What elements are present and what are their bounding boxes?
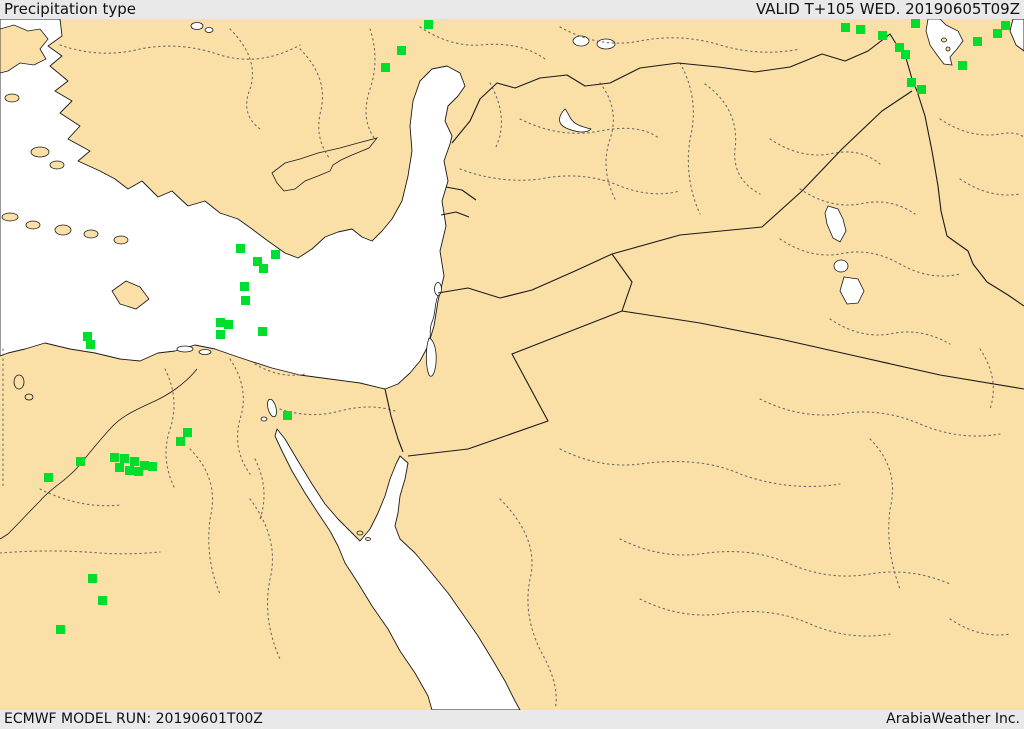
precip-cell	[241, 296, 250, 305]
brand-label: ArabiaWeather Inc.	[886, 711, 1020, 727]
precip-cell	[397, 46, 406, 55]
precip-cell	[134, 467, 143, 476]
valid-time-label: VALID T+105 WED. 20190605T09Z	[755, 0, 1020, 18]
sea-of-galilee	[434, 282, 442, 296]
precip-cell	[259, 264, 268, 273]
precip-cell	[878, 31, 887, 40]
precip-cell	[424, 20, 433, 29]
delta-lagoon	[198, 349, 212, 355]
precip-cell	[240, 282, 249, 291]
jordan-syria-border	[437, 253, 613, 299]
map-canvas	[0, 19, 1024, 710]
dead-sea	[425, 337, 437, 377]
iran-border	[916, 90, 1024, 307]
precip-cell	[993, 29, 1002, 38]
egypt-israel-border	[384, 388, 404, 453]
precip-cell	[283, 411, 292, 420]
model-run-label: ECMWF MODEL RUN: 20190601T00Z	[4, 711, 263, 727]
precip-cell	[86, 340, 95, 349]
ataturk-reservoir	[559, 108, 592, 133]
precip-cell	[183, 428, 192, 437]
red-sea	[274, 428, 521, 710]
turkey-lake	[572, 35, 590, 47]
precip-cell	[841, 23, 850, 32]
precip-cell	[271, 250, 280, 259]
precip-cell	[56, 625, 65, 634]
precip-cell	[176, 437, 185, 446]
precip-cell	[907, 78, 916, 87]
footer-bar: ECMWF MODEL RUN: 20190601T00Z ArabiaWeat…	[0, 710, 1024, 729]
precip-cell	[88, 574, 97, 583]
page-title: Precipitation type	[4, 0, 137, 18]
admin-borders	[0, 26, 1024, 710]
precip-cell	[110, 453, 119, 462]
precip-cell	[258, 327, 267, 336]
precip-cell	[120, 454, 129, 463]
mediterranean-sea	[0, 19, 466, 390]
syria-iraq-border	[611, 90, 913, 255]
precip-cell	[917, 85, 926, 94]
cyprus-island	[271, 137, 379, 192]
lebanon-border	[445, 186, 477, 201]
israel-border	[440, 211, 470, 218]
header-bar: Precipitation type VALID T+105 WED. 2019…	[0, 0, 1024, 19]
iraq-saudi-border	[621, 310, 1024, 390]
precip-cell	[973, 37, 982, 46]
turkey-syria-iraq-border	[451, 33, 918, 144]
delta-lagoon	[176, 345, 194, 353]
turkey-lake	[596, 38, 616, 50]
precip-cell	[1001, 21, 1010, 30]
caspian-corner	[1009, 19, 1024, 52]
precip-cell	[148, 462, 157, 471]
precip-cell	[224, 320, 233, 329]
precip-cell	[216, 318, 225, 327]
precip-cell	[381, 63, 390, 72]
precip-cell	[76, 457, 85, 466]
country-borders	[384, 33, 1024, 457]
precip-cell	[911, 19, 920, 28]
precip-cell	[901, 50, 910, 59]
precip-cell	[98, 596, 107, 605]
lake-tharthar	[824, 205, 847, 243]
lake-razzaza	[839, 276, 865, 305]
precip-cell	[216, 330, 225, 339]
weather-map	[0, 19, 1024, 710]
lake-habbaniyah	[833, 259, 849, 273]
precip-cell	[958, 61, 967, 70]
precip-cell	[83, 332, 92, 341]
precip-cell	[236, 244, 245, 253]
precip-cell	[44, 473, 53, 482]
precip-cell	[130, 457, 139, 466]
precip-cell	[856, 25, 865, 34]
precip-cell	[125, 466, 134, 475]
bitter-lakes	[267, 398, 277, 418]
precip-cell	[115, 463, 124, 472]
